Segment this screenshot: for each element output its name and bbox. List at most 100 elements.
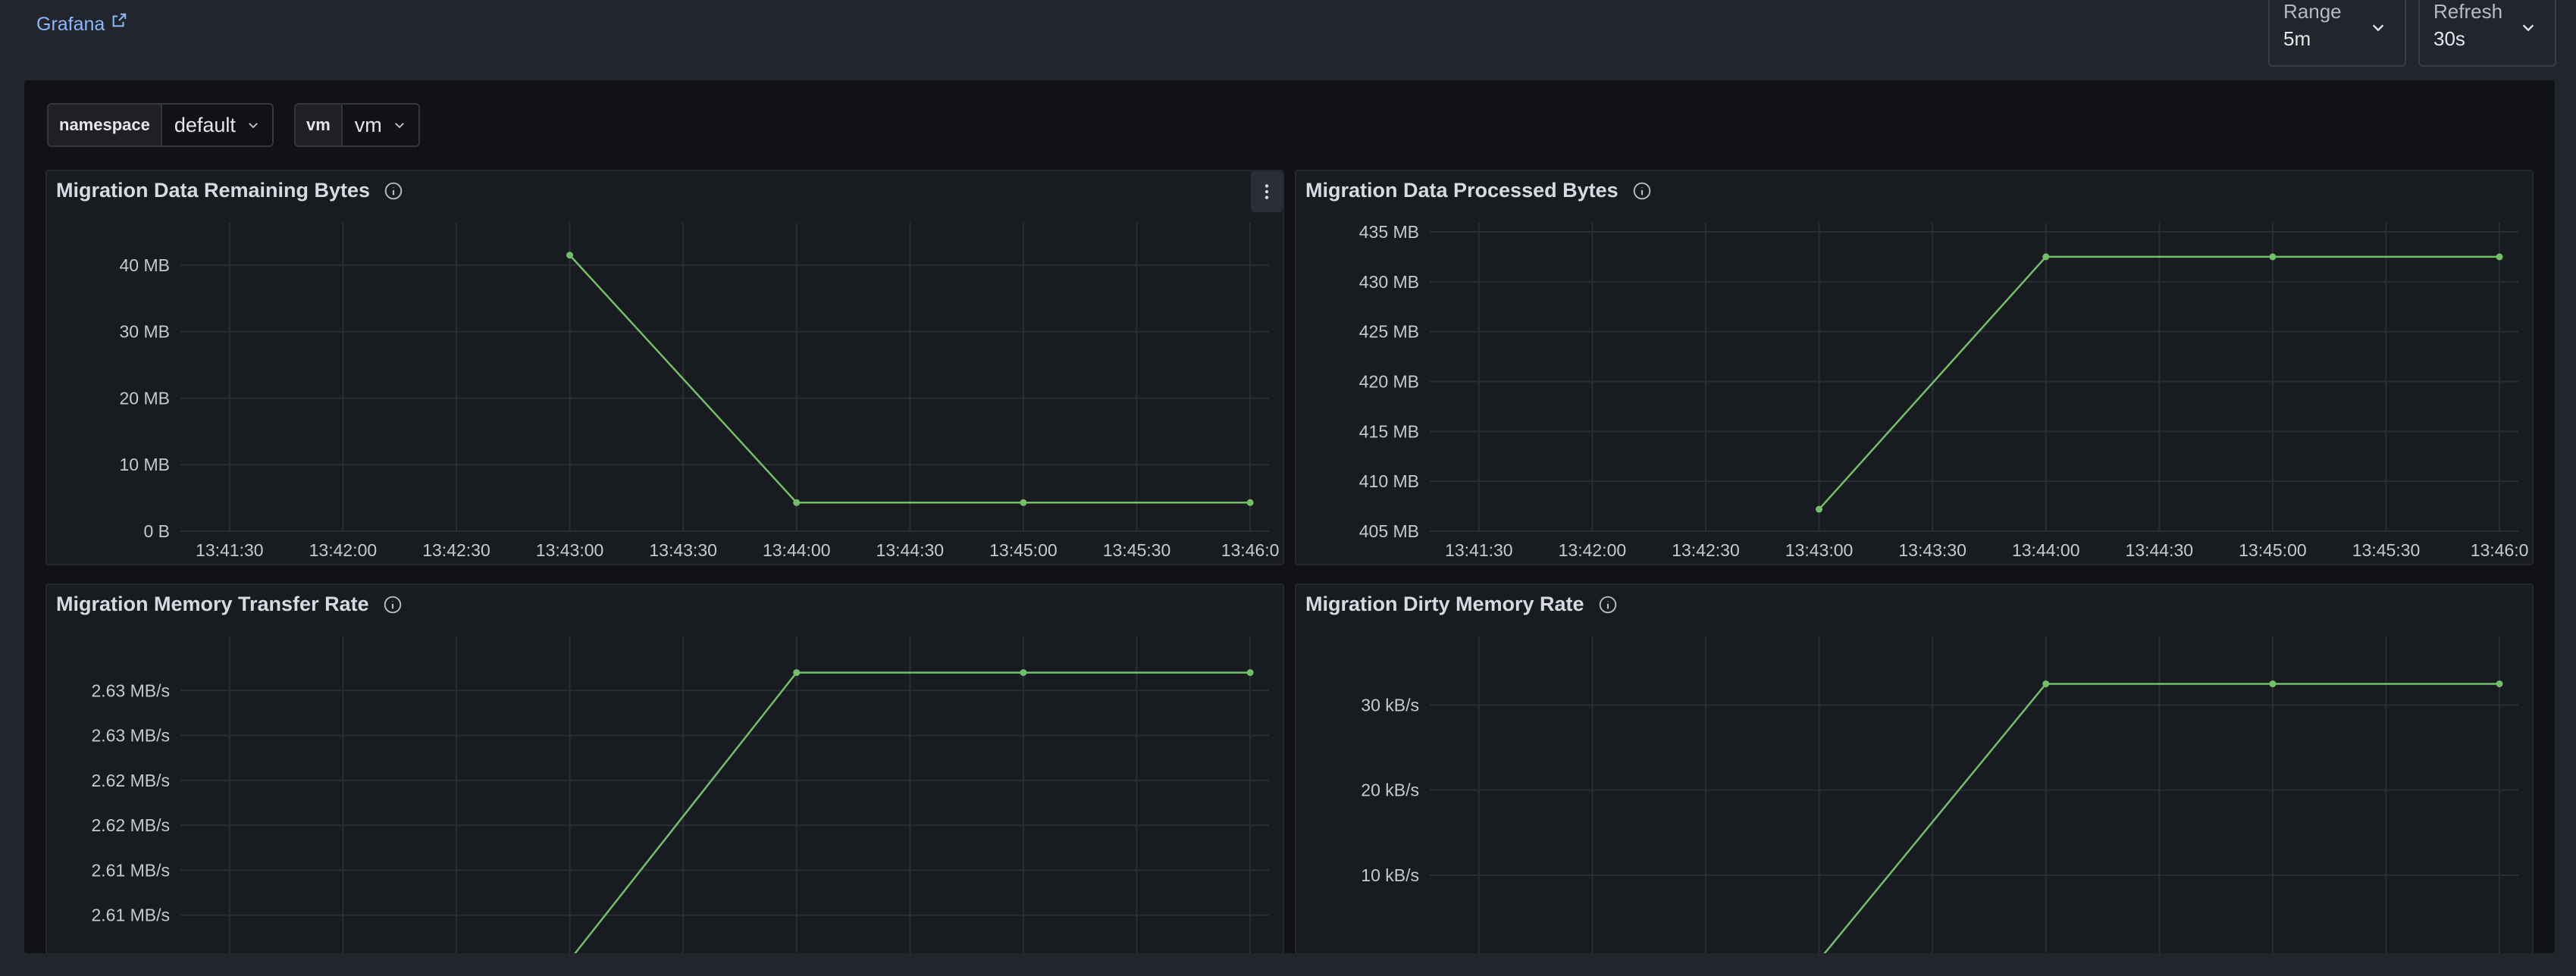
x-tick-label: 13:44:30 [2126,540,2194,560]
grafana-link-label: Grafana [36,14,105,35]
panel-memory-transfer-rate[interactable]: 2.60 MB/s 2.61 MB/s 2.61 MB/s 2.62 MB/s 2.62… [45,583,1284,953]
refresh-label: Refresh [2433,0,2503,23]
panel-title-text: Migration Dirty Memory Rate [1305,593,1584,615]
y-tick-label: 2.62 MB/s [91,815,170,835]
chart-data-remaining-bytes: 0 B 10 MB 20 MB 30 MB 40 MB 13:41:30 13:42:00 1… [120,223,1280,560]
y-tick-label: 405 MB [1359,521,1419,541]
y-tick-label: 30 MB [120,322,170,342]
panel-dirty-memory-rate[interactable]: 0 B/s 10 kB/s 20 kB/s 30 kB/s Migration Dir… [1295,583,2534,953]
info-circle-icon[interactable] [384,181,403,201]
x-tick-label: 13:43:30 [1898,540,1966,560]
chevron-down-icon [249,123,258,129]
x-tick-label: 13:45:30 [1103,540,1171,560]
data-point[interactable] [2496,253,2503,261]
refresh-value: 30s [2433,27,2465,50]
y-tick-label: 435 MB [1359,222,1419,242]
data-point[interactable] [1020,669,1027,677]
x-tick-label: 13:41:30 [196,540,264,560]
x-tick-label: 13:46:0 [2471,540,2529,560]
y-tick-label: 2.60 MB/s [91,950,170,953]
panel-title-text: Migration Memory Transfer Rate [56,593,369,615]
x-tick-label: 13:44:00 [2012,540,2080,560]
range-label: Range [2283,0,2342,23]
y-tick-label: 2.63 MB/s [91,726,170,746]
variable-vm-select[interactable]: vm [342,105,418,145]
x-tick-label: 13:42:00 [1559,540,1627,560]
panel-data-processed-bytes[interactable]: 405 MB 410 MB 415 MB 420 MB 425 MB 430 MB 435 … [1295,170,2534,565]
panel-menu-button[interactable] [1251,171,1283,212]
panel-title: Migration Dirty Memory Rate [1305,593,1618,616]
y-tick-label: 2.63 MB/s [91,680,170,700]
x-tick-label: 13:43:30 [649,540,717,560]
variable-vm-label: vm [296,105,343,145]
range-value: 5m [2283,27,2311,50]
info-circle-icon[interactable] [1632,181,1652,201]
info-circle-icon[interactable] [383,595,403,615]
data-point[interactable] [2496,680,2503,687]
x-tick-label: 13:45:30 [2352,540,2421,560]
panel-data-remaining-bytes[interactable]: 0 B 10 MB 20 MB 30 MB 40 MB 13:41:30 13:42:00 1… [45,170,1284,565]
info-circle-icon[interactable] [1598,595,1618,615]
range-select[interactable]: Range 5m [2268,0,2406,67]
x-tick-label: 13:46:0 [1221,540,1280,560]
x-tick-label: 13:42:30 [422,540,490,560]
data-point[interactable] [1816,505,1823,513]
x-tick-label: 13:45:00 [2239,540,2307,560]
y-tick-label: 415 MB [1359,421,1419,441]
data-point[interactable] [2042,253,2050,261]
panel-title: Migration Data Processed Bytes [1305,179,1652,202]
dashboard: namespace default vm vm 0 B 10 MB 20 MB 30 … [24,80,2555,953]
y-tick-label: 40 MB [120,255,170,275]
y-tick-label: 20 MB [120,388,170,408]
chevron-down-icon [394,123,404,129]
x-tick-label: 13:42:30 [1672,540,1740,560]
x-tick-label: 13:45:00 [989,540,1058,560]
chart-memory-transfer-rate: 2.60 MB/s 2.61 MB/s 2.61 MB/s 2.62 MB/s 2.62… [91,637,1269,953]
data-point[interactable] [566,252,574,259]
y-tick-label: 0 B [143,521,170,541]
data-point[interactable] [1020,499,1027,506]
data-point[interactable] [1246,499,1254,506]
y-tick-label: 410 MB [1359,471,1419,491]
x-tick-label: 13:44:00 [763,540,831,560]
x-tick-label: 13:44:30 [876,540,945,560]
variable-vm-value: vm [354,113,382,136]
data-point[interactable] [793,669,801,677]
data-point[interactable] [1246,669,1254,677]
x-tick-label: 13:42:00 [309,540,378,560]
chart-dirty-memory-rate: 0 B/s 10 kB/s 20 kB/s 30 kB/s [1361,637,2518,953]
grafana-link[interactable]: Grafana [36,13,127,36]
top-bar: Grafana Range 5m Refresh 30s [0,0,2576,80]
y-tick-label: 20 kB/s [1361,780,1419,800]
x-tick-label: 13:43:00 [1785,540,1854,560]
y-tick-label: 0 B/s [1380,950,1419,953]
variable-namespace-label: namespace [49,105,162,145]
refresh-select[interactable]: Refresh 30s [2418,0,2556,67]
x-tick-label: 13:41:30 [1445,540,1513,560]
variable-namespace-select[interactable]: default [161,105,272,145]
y-tick-label: 2.61 MB/s [91,906,170,925]
external-link-icon [113,13,127,27]
panel-title: Migration Memory Transfer Rate [56,593,403,616]
y-tick-label: 2.61 MB/s [91,860,170,880]
chevron-down-icon [2372,24,2384,32]
y-tick-label: 30 kB/s [1361,696,1419,715]
variable-vm: vm vm [294,103,420,147]
y-tick-label: 10 MB [120,455,170,474]
kebab-menu-icon [1264,184,1269,199]
data-point[interactable] [2269,680,2277,687]
y-tick-label: 2.62 MB/s [91,771,170,790]
panel-title-text: Migration Data Remaining Bytes [56,179,371,202]
variable-namespace-value: default [174,113,236,136]
chevron-down-icon [2522,24,2534,32]
x-tick-label: 13:43:00 [536,540,604,560]
data-point[interactable] [793,499,801,506]
variable-namespace: namespace default [47,103,274,147]
y-tick-label: 10 kB/s [1361,865,1419,885]
data-point[interactable] [2042,680,2050,687]
data-point[interactable] [2269,253,2277,261]
y-tick-label: 420 MB [1359,372,1419,392]
panel-title: Migration Data Remaining Bytes [56,179,403,202]
chart-data-processed-bytes: 405 MB 410 MB 415 MB 420 MB 425 MB 430 MB 435 … [1359,222,2529,560]
y-tick-label: 425 MB [1359,322,1419,342]
